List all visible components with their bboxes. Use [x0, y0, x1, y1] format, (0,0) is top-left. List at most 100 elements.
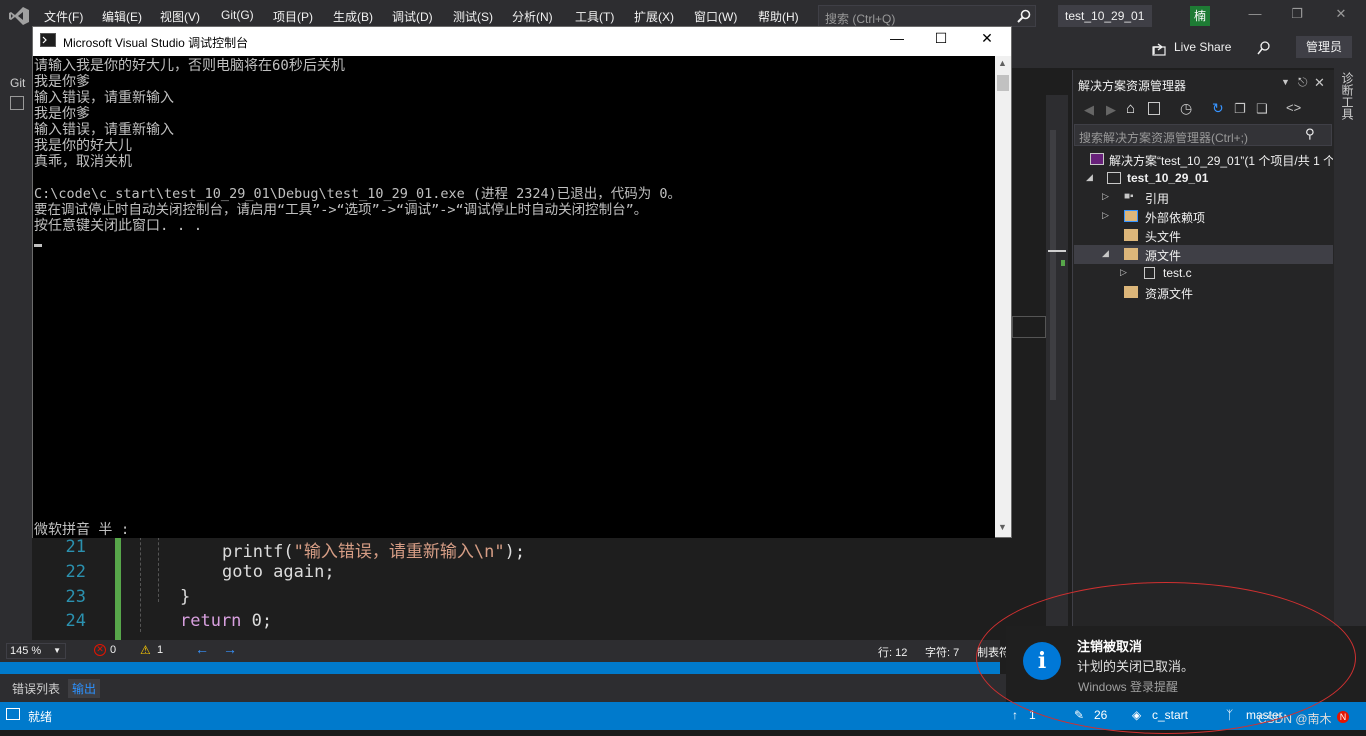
expanded-arrow-icon[interactable]: ◢: [1086, 172, 1096, 184]
output-panel-header: [0, 662, 1000, 674]
tree-item-label: 资源文件: [1145, 287, 1194, 301]
collapse-icon[interactable]: ❐: [1234, 101, 1246, 117]
console-close-icon[interactable]: ✕: [972, 30, 1002, 52]
scroll-down-icon[interactable]: ▼: [998, 522, 1007, 532]
solution-tab-icon[interactable]: [10, 96, 24, 110]
code-line: printf("输入错误，请重新输入\n");: [222, 537, 525, 562]
solution-view-icon[interactable]: [1148, 102, 1160, 115]
arrow-left-icon[interactable]: ←: [195, 641, 209, 657]
menu-git[interactable]: Git(G): [221, 8, 254, 22]
references-icon: ■▪: [1124, 191, 1134, 202]
search-icon: ⚲: [1305, 126, 1315, 141]
tab-error-list[interactable]: 错误列表: [8, 679, 64, 698]
c-file-icon: [1144, 267, 1155, 279]
folder-open-icon: [1124, 248, 1138, 260]
console-maximize-icon[interactable]: ☐: [926, 30, 956, 52]
error-icon[interactable]: ✕: [94, 644, 106, 656]
collapsed-arrow-icon[interactable]: ▷: [1102, 191, 1112, 203]
menu-build[interactable]: 生成(B): [333, 8, 373, 25]
line-number: 22: [65, 562, 86, 582]
back-icon[interactable]: ◀: [1084, 102, 1094, 118]
tree-item-solution[interactable]: 解决方案“test_10_29_01”(1 个项目/共 1 个): [1074, 150, 1333, 169]
code-token: );: [504, 542, 526, 562]
right-tool-strip: [1334, 68, 1366, 640]
restore-icon[interactable]: ❐: [1286, 6, 1308, 26]
console-scrollbar[interactable]: ▲ ▼: [995, 56, 1011, 537]
tree-item-label: 解决方案“test_10_29_01”(1 个项目/共 1 个): [1109, 154, 1333, 168]
code-line: return 0;: [180, 611, 272, 631]
close-icon[interactable]: ✕: [1314, 75, 1325, 91]
tree-item-source-files[interactable]: ◢ 源文件: [1074, 245, 1333, 264]
live-share-icon: [1152, 43, 1166, 56]
menu-debug[interactable]: 调试(D): [392, 8, 433, 25]
string-literal: "输入错误，请重新输入\n": [293, 542, 505, 562]
menu-file[interactable]: 文件(F): [44, 8, 83, 25]
console-output[interactable]: 请输入我是你的好大儿，否则电脑将在60秒后关机 我是你爹 输入错误，请重新输入 …: [33, 56, 995, 538]
menu-view[interactable]: 视图(V): [160, 8, 200, 25]
diagnostic-tools-tab[interactable]: 诊断工具: [1340, 72, 1356, 120]
console-line: 要在调试停止时自动关闭控制台，请启用“工具”->“选项”->“调试”->“调试停…: [34, 202, 648, 218]
forward-icon[interactable]: ▶: [1106, 102, 1116, 118]
home-icon[interactable]: ⌂: [1126, 100, 1135, 117]
tree-item-header-files[interactable]: 头文件: [1074, 226, 1333, 245]
menu-edit[interactable]: 编辑(E): [102, 8, 142, 25]
tree-item-external-deps[interactable]: ▷ 外部依赖项: [1074, 207, 1333, 226]
code-view-icon[interactable]: <>: [1286, 100, 1301, 115]
close-icon[interactable]: ✕: [1330, 6, 1352, 26]
console-cursor: [34, 244, 42, 247]
solution-search-placeholder: 搜索解决方案资源管理器(Ctrl+;): [1079, 131, 1248, 145]
status-ready: 就绪: [28, 710, 53, 724]
admin-badge: 管理员: [1296, 36, 1352, 58]
cursor-char[interactable]: 字符: 7: [925, 644, 959, 660]
feedback-icon[interactable]: [1256, 40, 1272, 56]
console-scroll-thumb[interactable]: [997, 75, 1009, 91]
show-all-files-icon[interactable]: ❑: [1256, 101, 1268, 117]
solution-explorer-title: 解决方案资源管理器: [1078, 79, 1187, 93]
pin-icon[interactable]: ⎋: [1298, 75, 1308, 90]
scroll-up-icon[interactable]: ▲: [998, 58, 1007, 68]
tree-item-test-c[interactable]: ▷ test.c: [1074, 264, 1333, 283]
menu-tools[interactable]: 工具(T): [575, 8, 614, 25]
tab-output[interactable]: 输出: [68, 679, 101, 698]
expanded-arrow-icon[interactable]: ◢: [1102, 248, 1112, 260]
tree-item-project[interactable]: ◢ test_10_29_01: [1074, 169, 1333, 188]
tree-item-resource-files[interactable]: 资源文件: [1074, 283, 1333, 302]
zoom-selector[interactable]: 145 % ▼: [6, 643, 66, 659]
code-line: }: [180, 587, 191, 607]
folder-icon: [1124, 286, 1138, 298]
collapsed-arrow-icon[interactable]: ▷: [1120, 267, 1130, 279]
search-input[interactable]: 搜索 (Ctrl+Q): [818, 5, 1036, 27]
arrow-right-icon[interactable]: →: [223, 641, 237, 657]
solution-search-input[interactable]: 搜索解决方案资源管理器(Ctrl+;) ⚲: [1074, 124, 1332, 146]
collapsed-arrow-icon[interactable]: ▷: [1102, 210, 1112, 222]
menu-analyze[interactable]: 分析(N): [512, 8, 553, 25]
menu-test[interactable]: 测试(S): [453, 8, 493, 25]
editor-overlay-box: [1012, 316, 1046, 338]
warning-icon[interactable]: ⚠: [140, 643, 151, 657]
history-icon[interactable]: ◷: [1180, 100, 1192, 117]
menu-extensions[interactable]: 扩展(X): [634, 8, 674, 25]
sync-icon[interactable]: ↻: [1212, 100, 1224, 117]
editor-scroll-thumb[interactable]: [1050, 130, 1056, 400]
menu-project[interactable]: 项目(P): [273, 8, 313, 25]
console-line: 我是你的好大儿: [34, 138, 132, 154]
line-number: 24: [65, 611, 86, 631]
warning-count: 1: [157, 644, 164, 656]
tree-item-references[interactable]: ▷ ■▪ 引用: [1074, 188, 1333, 207]
console-line: 我是你爹: [34, 74, 90, 90]
minimize-icon[interactable]: —: [1244, 6, 1266, 26]
arrow-up-icon[interactable]: ↑: [1012, 708, 1018, 722]
avatar[interactable]: 楠: [1190, 6, 1210, 26]
tree-item-label: 引用: [1145, 192, 1170, 206]
notification-badge[interactable]: N: [1337, 711, 1349, 723]
git-changes-tab[interactable]: Git: [10, 76, 25, 90]
chevron-down-icon[interactable]: ▼: [1281, 77, 1290, 87]
live-share-button[interactable]: Live Share: [1174, 40, 1231, 54]
console-minimize-icon[interactable]: —: [882, 30, 912, 52]
menu-window[interactable]: 窗口(W): [694, 8, 737, 25]
cursor-line[interactable]: 行: 12: [878, 644, 907, 660]
indent-guide: [140, 532, 141, 632]
menu-help[interactable]: 帮助(H): [758, 8, 799, 25]
error-count: 0: [110, 644, 117, 656]
code-line: goto again;: [222, 562, 335, 582]
